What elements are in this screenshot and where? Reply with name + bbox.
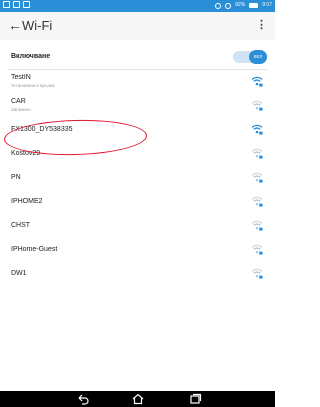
- network-name: CAR: [11, 98, 26, 105]
- network-name: DW1: [11, 270, 27, 277]
- status-bar: 92% 9:07: [0, 0, 275, 12]
- notification-icon: [23, 1, 30, 8]
- wifi-status-icon: [225, 2, 232, 9]
- network-item[interactable]: PN: [0, 166, 275, 190]
- clock: 9:07: [262, 2, 272, 8]
- network-item[interactable]: FX1300_DY538335: [0, 118, 275, 142]
- network-name: PN: [11, 174, 21, 181]
- recents-icon[interactable]: [188, 393, 202, 405]
- network-name: Kostov29: [11, 150, 41, 157]
- wifi-signal-locked-icon: [251, 124, 263, 135]
- network-item[interactable]: DW1: [0, 262, 275, 286]
- arrow-back-icon[interactable]: ←: [8, 17, 22, 33]
- back-nav-icon[interactable]: [76, 393, 90, 405]
- notification-icon: [3, 1, 10, 8]
- wifi-toggle-row[interactable]: Включване ВКЛ: [0, 48, 275, 68]
- wifi-signal-locked-icon: [251, 220, 263, 231]
- network-item[interactable]: CHST: [0, 214, 275, 238]
- network-status: Установена е връзка: [11, 83, 55, 88]
- wifi-signal-locked-icon: [251, 76, 263, 87]
- home-icon[interactable]: [131, 393, 145, 405]
- battery-percent: 92%: [235, 2, 246, 8]
- status-icons: 92% 9:07: [215, 2, 272, 9]
- wifi-signal-locked-icon: [251, 244, 263, 255]
- network-item[interactable]: IPHome-Guest: [0, 238, 275, 262]
- page-title: Wi-Fi: [22, 18, 53, 33]
- network-item[interactable]: IPHOME2: [0, 190, 275, 214]
- network-name: FX1300_DY538335: [11, 126, 73, 133]
- notification-icons: [3, 1, 30, 8]
- wifi-toggle-knob: ВКЛ: [249, 50, 267, 64]
- notification-icon: [13, 1, 20, 8]
- wifi-signal-locked-icon: [251, 100, 263, 111]
- network-item[interactable]: CAR Запазено: [0, 94, 275, 118]
- network-item[interactable]: TestIN Установена е връзка: [0, 70, 275, 94]
- network-name: IPHOME2: [11, 198, 43, 205]
- network-name: TestIN: [11, 74, 31, 81]
- battery-icon: [249, 3, 259, 8]
- wifi-toggle-label: Включване: [11, 53, 51, 60]
- navigation-bar: [0, 391, 275, 407]
- network-name: IPHome-Guest: [11, 246, 58, 253]
- network-name: CHST: [11, 222, 31, 229]
- network-list: TestIN Установена е връзка CAR Запазено …: [0, 70, 275, 286]
- network-item[interactable]: Kostov29: [0, 142, 275, 166]
- app-bar: ← Wi-Fi ⋮: [0, 12, 275, 40]
- wifi-signal-locked-icon: [251, 172, 263, 183]
- wifi-signal-locked-icon: [251, 148, 263, 159]
- bluetooth-icon: [215, 2, 222, 9]
- wifi-toggle-switch[interactable]: ВКЛ: [233, 50, 267, 64]
- more-vert-icon[interactable]: ⋮: [256, 18, 267, 31]
- wifi-signal-locked-icon: [251, 268, 263, 279]
- wifi-signal-locked-icon: [251, 196, 263, 207]
- network-status: Запазено: [11, 107, 31, 112]
